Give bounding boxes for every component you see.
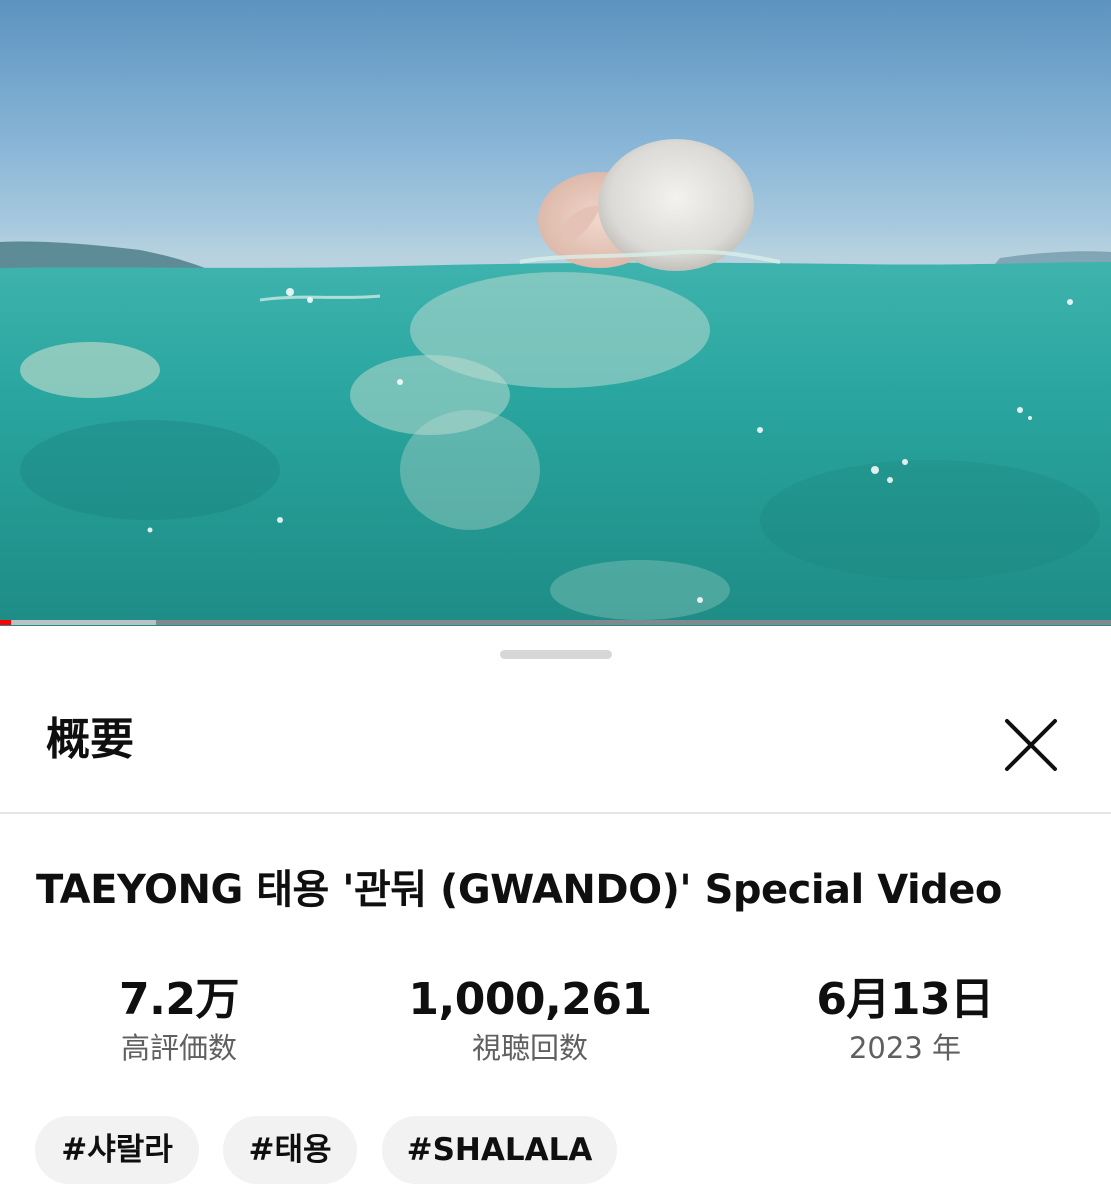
stat-date: 6月13日 2023 年: [755, 978, 1055, 1063]
stat-views: 1,000,261 視聴回数: [380, 978, 680, 1063]
hashtag-chip[interactable]: #태용: [223, 1116, 357, 1184]
video-frame: [0, 139, 1111, 626]
sheet-title: 概要: [46, 714, 134, 765]
progress-bar[interactable]: [0, 620, 1111, 625]
divider: [0, 812, 1111, 814]
views-label: 視聴回数: [471, 1031, 588, 1065]
description-sheet: 概要 TAEYONG 태용 '관둬 (GWANDO)' Special Vide…: [0, 626, 1111, 1200]
video-player[interactable]: [0, 0, 1111, 626]
upload-date: 6月13日: [816, 974, 994, 1025]
progress-buffered: [0, 620, 156, 625]
upload-year: 2023 年: [848, 1031, 962, 1065]
close-button[interactable]: [996, 710, 1066, 780]
likes-count: 7.2万: [119, 974, 239, 1025]
drag-handle[interactable]: [500, 650, 612, 659]
close-icon: [1005, 719, 1057, 771]
hashtag-chip[interactable]: #샤랄라: [35, 1116, 199, 1184]
video-title: TAEYONG 태용 '관둬 (GWANDO)' Special Video: [36, 867, 1002, 913]
progress-played: [0, 620, 11, 625]
views-count: 1,000,261: [408, 974, 652, 1025]
stat-likes: 7.2万 高評価数: [29, 978, 329, 1063]
likes-label: 高評価数: [120, 1031, 237, 1065]
hashtag-chip[interactable]: #SHALALA: [382, 1116, 617, 1184]
